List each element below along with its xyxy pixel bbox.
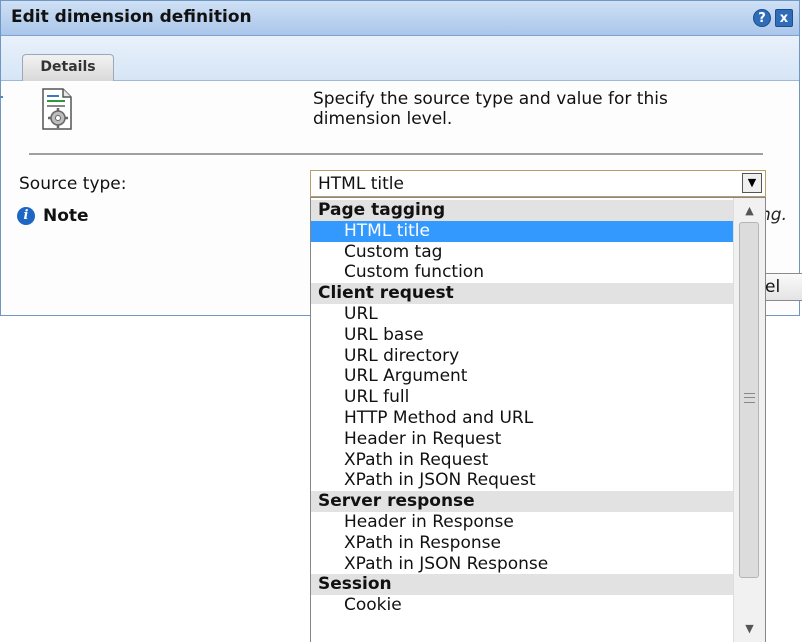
dropdown-option[interactable]: URL Argument — [311, 366, 733, 387]
chevron-down-icon[interactable]: ▼ — [742, 173, 762, 193]
dropdown-option[interactable]: XPath in JSON Response — [311, 554, 733, 575]
source-type-dropdown-list[interactable]: Page tagging HTML title Custom tag Custom f… — [310, 197, 766, 642]
dropdown-scrollbar[interactable]: ▲ ▼ — [733, 198, 765, 642]
dropdown-option[interactable]: HTML title — [311, 220, 733, 242]
scrollbar-thumb[interactable] — [739, 222, 759, 578]
scroll-up-icon[interactable]: ▲ — [734, 202, 765, 220]
dropdown-option[interactable]: XPath in Request — [311, 450, 733, 471]
dialog-intro-text: Specify the source type and value for th… — [313, 89, 668, 129]
dropdown-group-header: Server response — [311, 491, 733, 512]
source-type-label: Source type: — [19, 174, 127, 194]
dropdown-option[interactable]: Cookie — [311, 595, 733, 616]
help-icon[interactable]: ? — [753, 9, 771, 27]
dialog-title: Edit dimension definition — [11, 7, 252, 27]
dropdown-option[interactable]: URL — [311, 304, 733, 325]
dropdown-option[interactable]: Custom function — [311, 262, 733, 283]
dialog-titlebar[interactable]: Edit dimension definition ? x — [1, 1, 799, 36]
dropdown-option[interactable]: URL directory — [311, 346, 733, 367]
dropdown-options: Page tagging HTML title Custom tag Custom f… — [311, 200, 733, 616]
tab-strip: Details — [1, 36, 799, 81]
scroll-grip-icon — [744, 393, 755, 403]
note-heading: i Note — [17, 206, 89, 226]
separator — [29, 153, 763, 155]
dropdown-option[interactable]: Header in Response — [311, 512, 733, 533]
dropdown-option[interactable]: Header in Request — [311, 429, 733, 450]
source-type-select[interactable]: HTML title ▼ — [310, 170, 766, 197]
tab-details[interactable]: Details — [22, 54, 114, 81]
dropdown-group-header: Page tagging — [311, 200, 733, 221]
dropdown-option[interactable]: Custom tag — [311, 242, 733, 263]
note-label: Note — [43, 206, 89, 226]
dropdown-group-header: Client request — [311, 283, 733, 304]
dropdown-option[interactable]: XPath in Response — [311, 533, 733, 554]
dimension-document-gear-icon — [42, 88, 72, 130]
source-type-value: HTML title — [318, 174, 404, 194]
page-edge-line — [0, 96, 3, 98]
scroll-down-icon[interactable]: ▼ — [734, 620, 765, 638]
close-icon[interactable]: x — [775, 9, 793, 27]
dropdown-option[interactable]: URL full — [311, 387, 733, 408]
info-icon: i — [17, 207, 35, 225]
dropdown-group-header: Session — [311, 574, 733, 596]
dropdown-option[interactable]: URL base — [311, 325, 733, 346]
dropdown-option[interactable]: XPath in JSON Request — [311, 470, 733, 491]
dropdown-option[interactable]: HTTP Method and URL — [311, 408, 733, 429]
